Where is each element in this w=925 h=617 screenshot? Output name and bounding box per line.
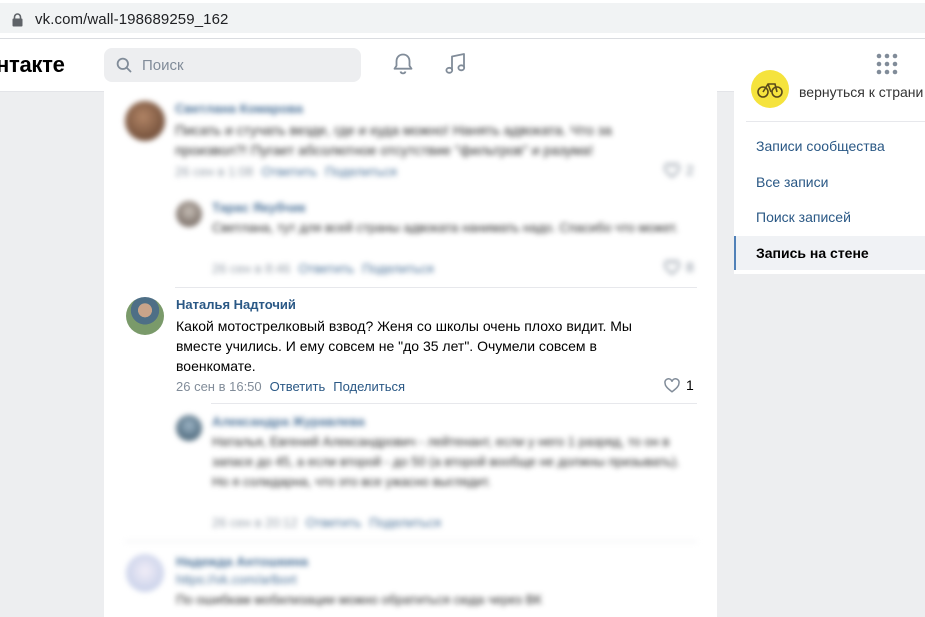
avatar[interactable] (126, 297, 164, 335)
share-link[interactable]: Поделиться (362, 261, 434, 276)
nav-item-label: Поиск записей (756, 209, 851, 225)
nav-all-posts[interactable]: Все записи (734, 165, 925, 199)
bicycle-icon (757, 83, 783, 98)
back-to-page-link[interactable]: вернуться к страни (799, 84, 923, 100)
avatar[interactable] (126, 554, 164, 592)
comment-date[interactable]: 26 сен в 8:46 (212, 261, 290, 276)
heart-icon (664, 163, 680, 178)
comment-text: Светлана, тут для всей страны адвоката н… (212, 220, 679, 235)
comment-author[interactable]: Светлана Комарова (175, 101, 303, 116)
comment-text: Наталья, Евгений Александрович - лейтена… (212, 434, 680, 489)
reply-link[interactable]: Ответить (298, 261, 354, 276)
comment-date[interactable]: 26 сен в 20:12 (212, 515, 298, 530)
nav-search-posts[interactable]: Поиск записей (734, 200, 925, 234)
comment-reply-item: Александра Журавлева Наталья, Евгений Ал… (104, 411, 717, 531)
comment-author[interactable]: Александра Журавлева (212, 414, 365, 429)
nav-community-posts[interactable]: Записи сообщества (734, 129, 925, 163)
like-count: 8 (686, 259, 694, 275)
comment-date[interactable]: 26 сен в 16:50 (176, 379, 262, 394)
apps-grid-icon[interactable] (876, 53, 898, 75)
comment-item: Наталья Надточий Какой мотострелковый вз… (104, 296, 717, 401)
reply-link[interactable]: Ответить (270, 379, 326, 394)
share-link[interactable]: Поделиться (369, 515, 441, 530)
divider (211, 403, 697, 404)
avatar[interactable] (176, 415, 202, 441)
comment-link[interactable]: https://vk.com/arlbort (176, 570, 656, 590)
site-logo[interactable]: нтакте (0, 52, 65, 78)
divider (746, 121, 925, 122)
browser-address-bar: vk.com/wall-198689259_162 (0, 0, 925, 39)
comment-item: Светлана Комарова Писать и стучать везде… (104, 91, 717, 186)
reply-link[interactable]: Ответить (306, 515, 362, 530)
search-box[interactable] (104, 48, 361, 82)
like-button[interactable]: 2 (664, 162, 694, 178)
comment-date[interactable]: 26 сен в 1:08 (175, 164, 253, 179)
comments-feed: Светлана Комарова Писать и стучать везде… (104, 91, 717, 617)
community-avatar[interactable] (751, 70, 789, 108)
like-button[interactable]: 1 (664, 377, 694, 393)
nav-wall-post[interactable]: Запись на стене (734, 236, 925, 270)
avatar[interactable] (125, 101, 165, 141)
like-count: 2 (686, 162, 694, 178)
search-icon (116, 57, 132, 73)
comment-text: Какой мотострелковый взвод? Женя со школ… (176, 318, 632, 374)
bell-icon[interactable] (390, 51, 416, 77)
nav-item-label: Запись на стене (756, 245, 869, 261)
nav-item-label: Записи сообщества (756, 138, 885, 154)
search-input[interactable] (142, 55, 352, 75)
share-link[interactable]: Поделиться (325, 164, 397, 179)
comment-meta: 26 сен в 8:46 Ответить Поделиться (212, 261, 434, 276)
divider (125, 541, 697, 542)
reply-link[interactable]: Ответить (261, 164, 317, 179)
heart-icon (664, 378, 680, 393)
comment-meta: 26 сен в 20:12 Ответить Поделиться (212, 515, 441, 530)
comment-reply-item: Тарас Якубчик Светлана, тут для всей стр… (104, 191, 717, 281)
heart-icon (664, 260, 680, 275)
comment-author[interactable]: Надежда Антошкина (176, 554, 308, 569)
nav-item-label: Все записи (756, 174, 829, 190)
divider (175, 287, 697, 288)
like-button[interactable]: 8 (664, 259, 694, 275)
comment-author[interactable]: Тарас Якубчик (212, 200, 306, 215)
url-bar[interactable]: vk.com/wall-198689259_162 (0, 3, 925, 33)
share-link[interactable]: Поделиться (333, 379, 405, 394)
comment-meta: 26 сен в 16:50 Ответить Поделиться (176, 379, 405, 394)
avatar[interactable] (176, 201, 202, 227)
comment-text: Писать и стучать везде, где и куда можно… (175, 122, 612, 158)
comment-item: Надежда Антошкина https://vk.com/arlbort… (104, 546, 717, 617)
comment-author[interactable]: Наталья Надточий (176, 297, 296, 312)
comment-text: По ошибкам мобилизации можно обратиться … (176, 592, 542, 607)
url-text[interactable]: vk.com/wall-198689259_162 (35, 11, 228, 28)
lock-icon (12, 13, 23, 27)
comment-meta: 26 сен в 1:08 Ответить Поделиться (175, 164, 397, 179)
like-count: 1 (686, 377, 694, 393)
music-icon[interactable] (442, 50, 470, 78)
